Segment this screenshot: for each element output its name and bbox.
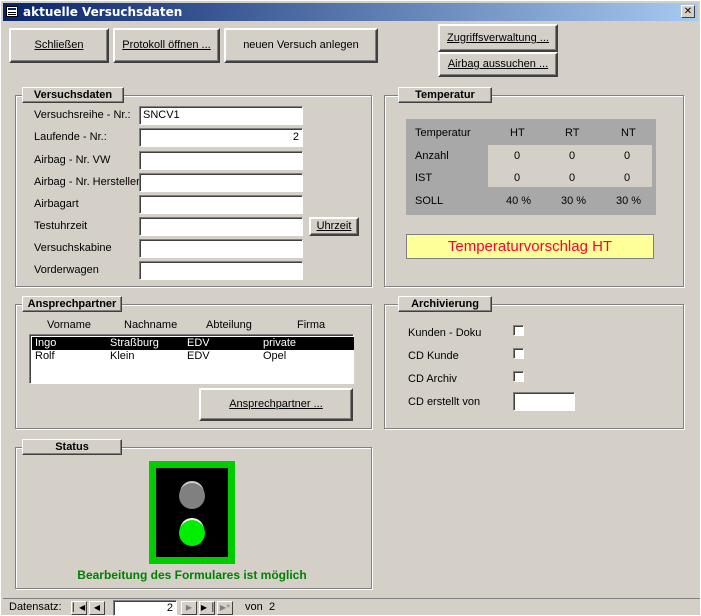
versuchskabine-field[interactable] (139, 239, 303, 258)
versuchsreihe-label: Versuchsreihe - Nr.: (34, 109, 131, 121)
close-window-button[interactable]: ✕ (681, 5, 695, 18)
contact-list[interactable]: Ingo Straßburg EDV private Rolf Klein ED… (29, 334, 354, 384)
record-number-field[interactable]: 2 (113, 600, 177, 616)
temp-soll-ht: 40 % (506, 195, 532, 207)
open-protocol-button[interactable]: Protokoll öffnen ... (113, 28, 220, 63)
record-total-prefix: von (245, 601, 263, 613)
airbag-nr-vw-field[interactable] (139, 151, 303, 170)
archivierung-title: Archivierung (398, 296, 492, 312)
record-navigation-bar: Datensatz: ▏◀ ◀ 2 ▶ ▶▕ ▶* von 2 (3, 598, 700, 616)
temp-anzahl-ht: 0 (514, 150, 521, 162)
traffic-light-housing (156, 468, 228, 557)
col-nachname: Nachname (124, 319, 178, 331)
last-record-icon[interactable]: ▶▕ (199, 601, 215, 615)
form-icon (6, 6, 18, 17)
contact-lastname: Straßburg (110, 337, 159, 349)
temperatur-title: Temperatur (398, 87, 492, 103)
traffic-light (149, 461, 235, 564)
kunden-doku-checkbox[interactable] (513, 325, 524, 336)
temp-header-label: Temperatur (415, 127, 471, 139)
temp-soll-rt: 30 % (561, 195, 587, 207)
airbag-nr-hersteller-label: Airbag - Nr. Hersteller (34, 176, 140, 188)
temp-header-ht: HT (510, 127, 525, 139)
temp-row-soll-label: SOLL (415, 195, 444, 207)
contact-company: Opel (263, 350, 287, 362)
top-lamp-icon (179, 483, 205, 509)
temp-anzahl-rt: 0 (569, 150, 576, 162)
contact-department: EDV (187, 350, 210, 362)
cd-kunde-label: CD Kunde (408, 350, 459, 362)
airbag-nr-vw-label: Airbag - Nr. VW (34, 154, 111, 166)
contact-firstname: Rolf (35, 350, 55, 362)
airbagart-field[interactable] (139, 195, 303, 214)
temp-ist-ht: 0 (514, 172, 521, 184)
record-label: Datensatz: (9, 601, 62, 613)
list-item[interactable]: Rolf Klein EDV Opel (32, 350, 354, 363)
cd-kunde-checkbox[interactable] (513, 348, 524, 359)
temp-header-nt: NT (621, 127, 636, 139)
cd-archiv-label: CD Archiv (408, 373, 457, 385)
green-lamp-icon (179, 520, 205, 546)
col-vorname: Vorname (47, 319, 92, 331)
contact-lastname: Klein (110, 350, 135, 362)
title-bar: aktuelle Versuchsdaten ✕ (3, 3, 698, 21)
testuhrzeit-field[interactable] (139, 217, 303, 236)
temperature-suggestion: Temperaturvorschlag HT (406, 234, 654, 259)
airbagart-label: Airbagart (34, 198, 79, 210)
versuchsdaten-title: Versuchsdaten (22, 87, 124, 103)
next-record-icon[interactable]: ▶ (181, 601, 197, 615)
kunden-doku-label: Kunden - Doku (408, 327, 482, 339)
status-title: Status (22, 439, 122, 455)
vorderwagen-field[interactable] (139, 261, 303, 280)
vorderwagen-label: Vorderwagen (34, 264, 99, 276)
new-record-icon[interactable]: ▶* (217, 601, 233, 615)
contact-firstname: Ingo (35, 337, 57, 349)
previous-record-icon[interactable]: ◀ (89, 601, 105, 615)
cd-archiv-checkbox[interactable] (513, 371, 524, 382)
temp-soll-nt: 30 % (616, 195, 642, 207)
airbag-nr-hersteller-field[interactable] (139, 173, 303, 192)
testuhrzeit-label: Testuhrzeit (34, 220, 88, 232)
versuchsreihe-field[interactable]: SNCV1 (139, 106, 303, 125)
main-window: aktuelle Versuchsdaten ✕ Schließen Proto… (0, 0, 701, 616)
record-total: 2 (269, 601, 276, 613)
temp-ist-nt: 0 (624, 172, 631, 184)
ansprechpartner-button[interactable]: Ansprechpartner ... (199, 388, 353, 421)
laufende-nr-label: Laufende - Nr.: (34, 131, 107, 143)
contact-company: private (263, 337, 297, 349)
temperature-table: Temperatur HT RT NT Anzahl 0 0 0 IST 0 0… (406, 119, 656, 215)
col-firma: Firma (297, 319, 326, 331)
cd-erstellt-label: CD erstellt von (408, 396, 481, 408)
temp-ist-rt: 0 (569, 172, 576, 184)
contact-department: EDV (187, 337, 210, 349)
access-management-button[interactable]: Zugriffsverwaltung ... (438, 24, 558, 52)
uhrzeit-button[interactable]: Uhrzeit (309, 217, 359, 236)
col-abteilung: Abteilung (206, 319, 252, 331)
window-title: aktuelle Versuchsdaten (23, 5, 183, 19)
temp-row-anzahl-label: Anzahl (415, 150, 449, 162)
select-airbag-button[interactable]: Airbag aussuchen ... (438, 52, 558, 77)
versuchskabine-label: Versuchskabine (34, 242, 112, 254)
close-button[interactable]: Schließen (9, 28, 109, 63)
list-item[interactable]: Ingo Straßburg EDV private (32, 337, 354, 350)
temp-header-rt: RT (565, 127, 580, 139)
temp-row-ist-label: IST (415, 172, 433, 184)
temp-anzahl-nt: 0 (624, 150, 631, 162)
laufende-nr-field[interactable]: 2 (139, 128, 303, 147)
ansprechpartner-title: Ansprechpartner (22, 296, 122, 312)
status-message: Bearbeitung des Formulares ist möglich (77, 568, 307, 582)
cd-erstellt-field[interactable] (513, 392, 575, 411)
first-record-icon[interactable]: ▏◀ (71, 601, 87, 615)
new-trial-button[interactable]: neuen Versuch anlegen (224, 28, 378, 63)
